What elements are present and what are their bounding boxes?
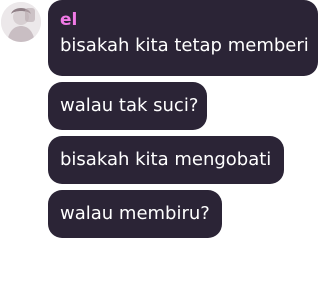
- message-bubble: el bisakah kita tetap memberi: [48, 0, 318, 76]
- message-text: bisakah kita mengobati: [60, 149, 272, 170]
- message-bubble: walau tak suci?: [48, 82, 207, 130]
- sender-avatar[interactable]: [1, 2, 41, 42]
- avatar-photo-icon: [1, 2, 41, 42]
- message-text: bisakah kita tetap memberi: [60, 35, 309, 56]
- message-bubble: walau membiru?: [48, 190, 222, 238]
- message-text: walau tak suci?: [60, 95, 199, 116]
- message-text: walau membiru?: [60, 203, 210, 224]
- chat-thread: el bisakah kita tetap memberi walau tak …: [0, 0, 320, 290]
- sender-name[interactable]: el: [60, 8, 306, 32]
- message-bubble: bisakah kita mengobati: [48, 136, 284, 184]
